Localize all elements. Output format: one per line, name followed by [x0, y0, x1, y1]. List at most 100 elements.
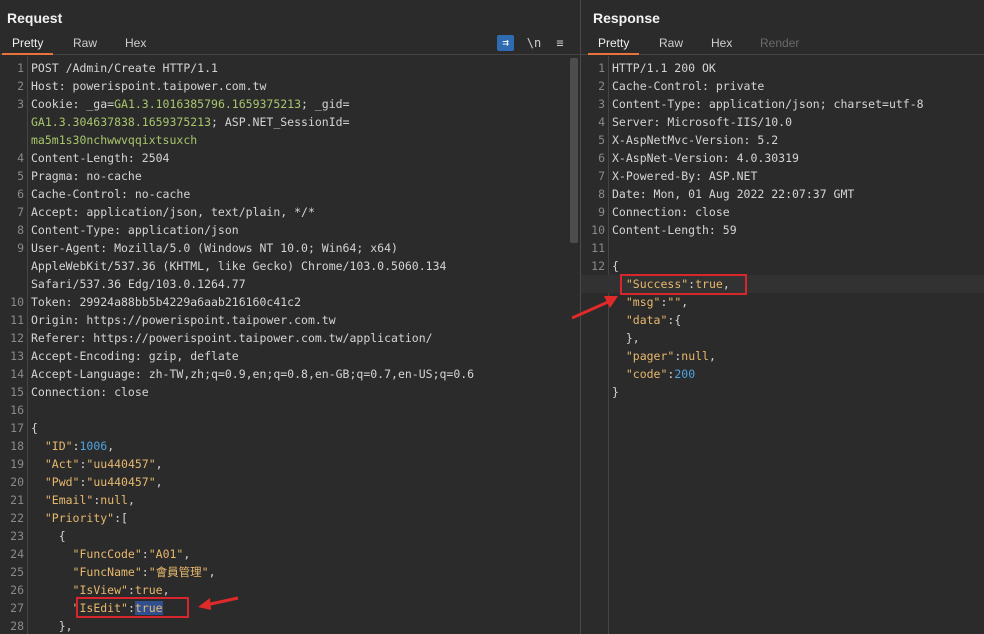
response-panel: Response Pretty Raw Hex Render 1 HTTP/1.1… [581, 0, 984, 634]
line-text: X-AspNetMvc-Version: 5.2 [612, 131, 778, 149]
arrow-isedit-icon [198, 596, 239, 610]
response-tab-hex[interactable]: Hex [711, 36, 732, 50]
code-token: X-AspNet-Version: 4.0.30319 [612, 151, 799, 165]
code-token: Content-Length: 59 [612, 223, 737, 237]
code-token: : [141, 547, 149, 561]
response-tab-render[interactable]: Render [760, 36, 799, 50]
code-line: 7 X-Powered-By: ASP.NET [581, 167, 984, 185]
response-code: 1 HTTP/1.1 200 OK 2 Cache-Control: private 3… [581, 59, 984, 401]
code-line: 2 Host: powerispoint.taipower.com.tw [0, 77, 580, 95]
code-line: 15 Connection: close [0, 383, 580, 401]
line-number: 3 [17, 97, 24, 111]
code-token: "" [667, 295, 682, 309]
response-tab-raw[interactable]: Raw [659, 36, 683, 50]
request-tab-hex[interactable]: Hex [125, 36, 146, 50]
code-token: { [612, 259, 619, 273]
line-number: 4 [598, 115, 605, 129]
request-editor[interactable]: 1 POST /Admin/Create HTTP/1.1 2 Host: power… [0, 56, 580, 634]
line-text: }, [612, 329, 640, 347]
line-text: Connection: close [31, 383, 149, 401]
line-number: 26 [10, 583, 24, 597]
code-line: 6 Cache-Control: no-cache [0, 185, 580, 203]
line-number: 6 [17, 187, 24, 201]
code-token: Referer: https://powerispoint.taipower.c… [31, 331, 433, 345]
code-line: 24 "FuncCode":"A01", [0, 545, 580, 563]
response-tab-pretty[interactable]: Pretty [587, 36, 640, 55]
code-line: 7 Accept: application/json, text/plain, *… [0, 203, 580, 221]
code-token: }, [612, 331, 640, 345]
code-token: GA1.3.304637838.1659375213 [31, 115, 212, 129]
show-newlines-icon[interactable]: \n [526, 35, 542, 51]
code-token: null [100, 493, 128, 507]
code-token: "Act" [44, 457, 80, 471]
line-number: 5 [17, 169, 24, 183]
line-text: "pager":null, [612, 347, 716, 365]
code-token: "code" [625, 367, 668, 381]
request-tab-pretty[interactable]: Pretty [1, 36, 54, 55]
code-token: Accept: application/json, text/plain, */… [31, 205, 315, 219]
code-line: GA1.3.304637838.1659375213; ASP.NET_Sess… [0, 113, 580, 131]
code-token: { [31, 529, 66, 543]
code-token: Accept-Encoding: gzip, deflate [31, 349, 239, 363]
code-line: } [581, 383, 984, 401]
code-token: Content-Type: application/json; charset=… [612, 97, 924, 111]
code-token: Connection: close [612, 205, 730, 219]
line-number: 14 [10, 367, 24, 381]
line-number: 23 [10, 529, 24, 543]
line-number: 9 [17, 241, 24, 255]
code-token: POST /Admin/Create HTTP/1.1 [31, 61, 218, 75]
code-line: 20 "Pwd":"uu440457", [0, 473, 580, 491]
request-scrollbar[interactable] [570, 58, 578, 243]
wrap-lines-icon[interactable]: ⇉ [497, 35, 514, 51]
request-tab-raw[interactable]: Raw [73, 36, 97, 50]
code-line: 13 Accept-Encoding: gzip, deflate [0, 347, 580, 365]
code-line: 12 { [581, 257, 984, 275]
code-token: 1006 [79, 439, 108, 453]
code-token: GA1.3.1016385796.1659375213 [114, 97, 302, 111]
line-number: 12 [591, 259, 605, 273]
code-line: 2 Cache-Control: private [581, 77, 984, 95]
code-line: 1 POST /Admin/Create HTTP/1.1 [0, 59, 580, 77]
line-text: } [612, 383, 619, 401]
line-text: Content-Length: 59 [612, 221, 737, 239]
code-line: 9 User-Agent: Mozilla/5.0 (Windows NT 10.… [0, 239, 580, 257]
code-token: 200 [674, 367, 696, 381]
line-number: 8 [17, 223, 24, 237]
code-line: 18 "ID":1006, [0, 437, 580, 455]
code-line: 19 "Act":"uu440457", [0, 455, 580, 473]
code-token: { [31, 421, 38, 435]
line-text: Content-Type: application/json [31, 221, 239, 239]
line-number: 13 [10, 349, 24, 363]
code-token: , [681, 295, 689, 309]
code-line: 23 { [0, 527, 580, 545]
line-number: 19 [10, 457, 24, 471]
code-token: , [208, 565, 216, 579]
line-number: 1 [17, 61, 24, 75]
code-line: 28 }, [0, 617, 580, 634]
request-panel: Request Pretty Raw Hex ⇉ \n ≡ 1 POST /Adm… [0, 0, 580, 634]
code-line: 11 Origin: https://powerispoint.taipower.… [0, 311, 580, 329]
code-token: } [612, 385, 619, 399]
request-title: Request [7, 10, 63, 26]
response-editor[interactable]: 1 HTTP/1.1 200 OK 2 Cache-Control: private 3… [581, 56, 984, 634]
line-text: X-AspNet-Version: 4.0.30319 [612, 149, 799, 167]
line-text: Origin: https://powerispoint.taipower.co… [31, 311, 336, 329]
line-text: Accept-Language: zh-TW,zh;q=0.9,en;q=0.8… [31, 365, 474, 383]
code-line: 10 Token: 29924a88bb5b4229a6aab216160c41c… [0, 293, 580, 311]
response-tab-bar: Pretty Raw Hex Render [581, 33, 984, 55]
line-text: "ID":1006, [31, 437, 114, 455]
code-token: "ID" [44, 439, 73, 453]
code-token: "FuncName" [72, 565, 142, 579]
line-number: 18 [10, 439, 24, 453]
line-text: Safari/537.36 Edg/103.0.1264.77 [31, 275, 246, 293]
code-token: Content-Length: 2504 [31, 151, 170, 165]
code-line: 21 "Email":null, [0, 491, 580, 509]
code-token: ; _gid= [301, 97, 350, 111]
code-token: , [708, 349, 716, 363]
code-token: "FuncCode" [72, 547, 142, 561]
line-text: Referer: https://powerispoint.taipower.c… [31, 329, 433, 347]
menu-icon[interactable]: ≡ [553, 35, 567, 51]
code-token: Content-Type: application/json [31, 223, 239, 237]
